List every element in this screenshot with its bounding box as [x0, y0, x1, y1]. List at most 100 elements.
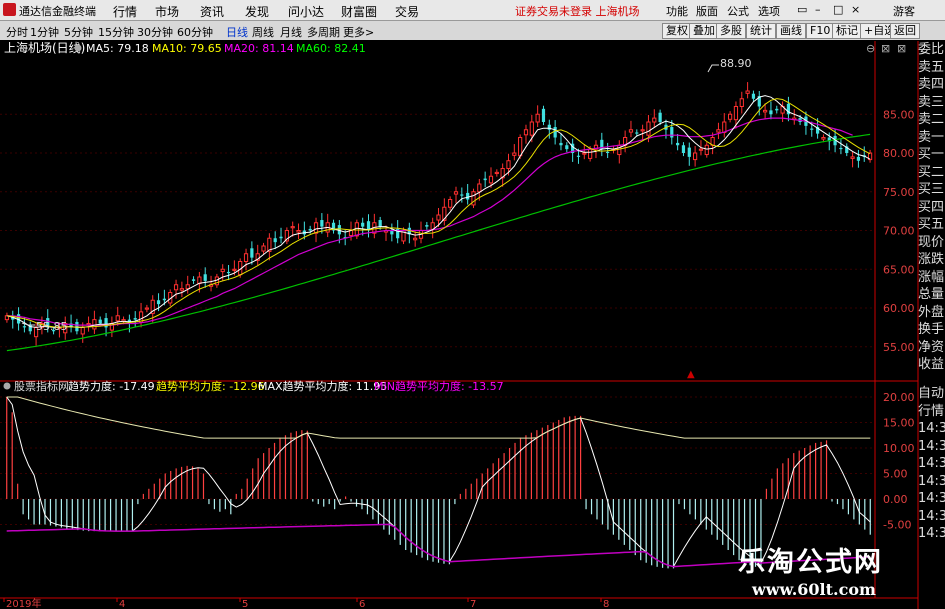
- menu-ask[interactable]: 问小达: [288, 3, 324, 20]
- candle-body: [191, 279, 196, 281]
- candle-body: [635, 132, 639, 134]
- candle-body: [320, 220, 324, 227]
- period-30min[interactable]: 30分钟: [137, 24, 173, 40]
- indicator-name: 股票指标网: [14, 379, 69, 393]
- candle-body: [739, 98, 744, 107]
- menu-wealth[interactable]: 财富圈: [341, 3, 377, 20]
- quote-side-panel: 委比 卖五 卖四 卖三 卖二 卖一 买一 买二 买三 买四 买五 现价 涨跌 涨幅 总量 外盘 换手 净资 收益: [918, 41, 945, 381]
- period-1min[interactable]: 1分钟: [30, 24, 59, 40]
- watermark-title: 乐淘公式网: [738, 547, 883, 578]
- period-month[interactable]: 月线: [280, 24, 302, 40]
- candle-body: [582, 152, 587, 155]
- menu-quotes[interactable]: 行情: [113, 3, 137, 20]
- settings-icon[interactable]: ▭: [797, 3, 807, 16]
- price-chart[interactable]: 上海机场(日线) MA5: 79.18 MA10: 79.65 MA20: 81.1…: [0, 41, 945, 609]
- candle-body: [250, 248, 254, 258]
- indicator-tick-label: 15.00: [883, 417, 915, 430]
- menu-news[interactable]: 资讯: [200, 3, 224, 20]
- menu-layout[interactable]: 版面: [696, 3, 718, 19]
- candle-body: [518, 137, 523, 157]
- period-5min[interactable]: 5分钟: [64, 24, 93, 40]
- period-multi[interactable]: 多周期: [307, 24, 340, 40]
- candle-body: [448, 199, 453, 208]
- period-tick[interactable]: 分时: [6, 24, 28, 40]
- ma-legend-item: MA20: 81.14: [224, 42, 294, 55]
- price-tick-label: 70.00: [883, 225, 915, 238]
- restore-rights-button[interactable]: 复权: [662, 23, 692, 39]
- f10-button[interactable]: F10: [806, 23, 835, 39]
- period-60min[interactable]: 60分钟: [177, 24, 213, 40]
- period-more[interactable]: 更多>: [343, 24, 374, 40]
- candle-body: [92, 319, 97, 330]
- app-title: 通达信金融终端: [19, 5, 96, 18]
- candle-body: [185, 284, 190, 290]
- candle-body: [704, 144, 709, 156]
- shrink-icon[interactable]: ⊖: [866, 42, 875, 55]
- candle-body: [856, 156, 861, 161]
- menu-discover[interactable]: 发现: [245, 3, 269, 20]
- candle-body: [173, 284, 179, 291]
- candle-body: [693, 152, 698, 161]
- time-tick-label: 2019年: [6, 597, 41, 609]
- indicator-legend: 趋势力度: -17.49 趋势平均力度: -12.96MAX趋势平均力度: 11.…: [68, 379, 504, 393]
- chart-background: [0, 41, 945, 609]
- time-tick-label: 8: [603, 599, 609, 609]
- menu-formula[interactable]: 公式: [727, 3, 749, 19]
- minimize-icon[interactable]: –: [815, 3, 821, 16]
- side-label: 卖四: [918, 77, 945, 92]
- maximize-icon[interactable]: □: [833, 3, 843, 16]
- candle-body: [716, 129, 721, 133]
- candle-body: [226, 271, 231, 274]
- candle-body: [86, 323, 91, 326]
- time-tick-label: 5: [242, 599, 248, 609]
- menu-function[interactable]: 功能: [666, 3, 688, 19]
- mark-button[interactable]: 标记: [832, 23, 862, 39]
- candle-body: [658, 112, 662, 122]
- multi-stock-button[interactable]: 多股: [716, 23, 746, 39]
- candle-body: [553, 127, 557, 138]
- menu-trade[interactable]: 交易: [395, 3, 419, 20]
- candle-body: [232, 268, 237, 271]
- expand-icon[interactable]: ⊠: [881, 42, 890, 55]
- draw-button[interactable]: 画线: [776, 23, 806, 39]
- candle-body: [296, 230, 301, 233]
- period-day[interactable]: 日线: [226, 24, 248, 40]
- side-label: 净资: [918, 339, 945, 355]
- menu-options[interactable]: 选项: [758, 3, 780, 19]
- guest-login[interactable]: 游客: [893, 3, 915, 19]
- candle-body: [763, 109, 768, 113]
- indicator-tick-label: 10.00: [883, 442, 915, 455]
- side-label: 卖一: [918, 129, 945, 145]
- menu-market[interactable]: 市场: [155, 3, 179, 20]
- close-icon[interactable]: ×: [851, 3, 860, 16]
- candle-body: [308, 228, 312, 231]
- indicator-options-icon[interactable]: [3, 382, 11, 390]
- ma-legend-item: MA10: 79.65: [152, 42, 222, 55]
- indicator-legend-item: MIN趋势平均力度: -13.57: [374, 379, 504, 393]
- candle-body: [179, 288, 184, 291]
- watermark-url: www.60lt.com: [752, 580, 876, 599]
- candle-body: [425, 225, 429, 227]
- period-15min[interactable]: 15分钟: [98, 24, 134, 40]
- tick-time-label: 14:30: [918, 508, 945, 524]
- candle-body: [354, 222, 359, 237]
- back-button[interactable]: 返回: [890, 23, 920, 39]
- candle-body: [535, 113, 540, 123]
- main-options-icon[interactable]: [74, 44, 82, 52]
- candle-body: [576, 155, 581, 157]
- period-week[interactable]: 周线: [252, 24, 274, 40]
- side-label: 收益: [918, 357, 945, 372]
- overlay-button[interactable]: 叠加: [689, 23, 719, 39]
- side-label: 现价: [918, 234, 945, 250]
- indicator-tick-label: 20.00: [883, 391, 915, 404]
- close-panel-icon[interactable]: ⊠: [897, 42, 906, 55]
- candle-body: [628, 129, 634, 133]
- side-label: 卖三: [918, 94, 945, 110]
- stats-button[interactable]: 统计: [746, 23, 776, 39]
- side-label: 委比: [918, 42, 945, 57]
- candle-body: [80, 326, 85, 335]
- candle-body: [460, 194, 464, 196]
- candle-body: [144, 307, 149, 310]
- candle-body: [698, 148, 704, 151]
- candle-body: [728, 113, 733, 120]
